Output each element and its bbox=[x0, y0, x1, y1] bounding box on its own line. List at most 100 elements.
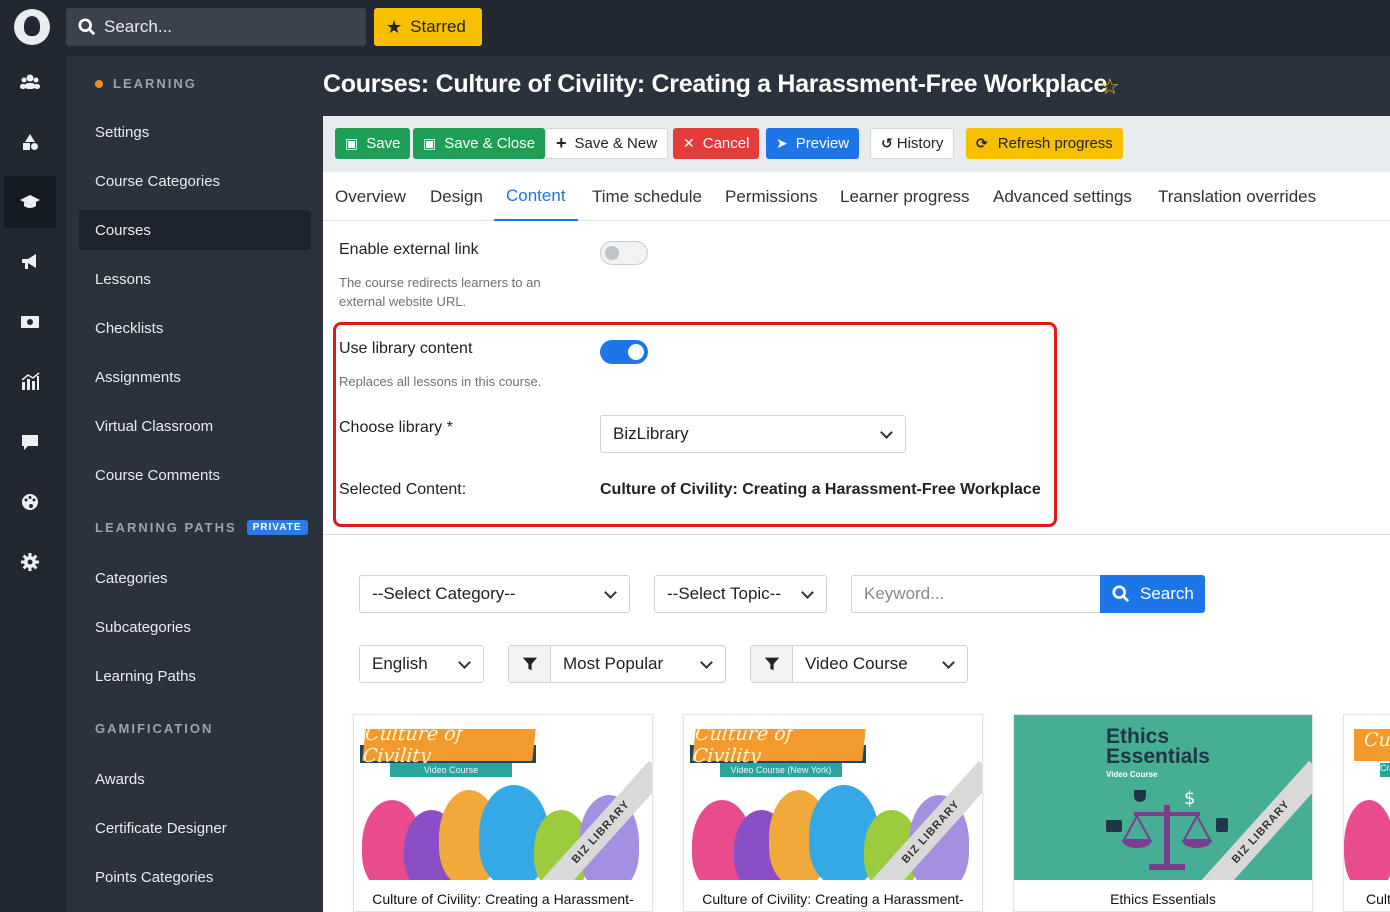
chevron-down-icon bbox=[700, 656, 713, 669]
library-search-button[interactable]: Search bbox=[1100, 575, 1205, 613]
tab-design[interactable]: Design bbox=[418, 172, 495, 221]
section-divider bbox=[323, 534, 1390, 535]
choose-library-value: BizLibrary bbox=[613, 424, 689, 443]
tab-permissions[interactable]: Permissions bbox=[713, 172, 830, 221]
gear-icon[interactable] bbox=[4, 536, 56, 588]
menu-item-virtual-classroom[interactable]: Virtual Classroom bbox=[79, 406, 311, 446]
tab-learner-progress[interactable]: Learner progress bbox=[828, 172, 981, 221]
menu-item-course-categories[interactable]: Course Categories bbox=[79, 161, 311, 201]
menu-section-gamification: GAMIFICATION bbox=[95, 721, 213, 736]
tab-advanced-settings[interactable]: Advanced settings bbox=[981, 172, 1144, 221]
menu-item-courses[interactable]: Courses bbox=[79, 210, 311, 250]
refresh-progress-button[interactable]: ⟳ Refresh progress bbox=[966, 128, 1123, 159]
favorite-star-icon[interactable]: ☆ bbox=[1100, 74, 1120, 100]
global-search-input[interactable]: Search... bbox=[66, 8, 366, 46]
menu-item-assignments[interactable]: Assignments bbox=[79, 357, 311, 397]
course-card[interactable]: Culture of Civility Video Course (New Yo… bbox=[683, 714, 983, 912]
thumb-title: Cu bbox=[1354, 729, 1390, 761]
category-select[interactable]: --Select Category-- bbox=[359, 575, 630, 613]
menu-item-categories[interactable]: Categories bbox=[79, 558, 311, 598]
icon-rail bbox=[0, 56, 66, 912]
course-card[interactable]: Culture of Civility Video Course BIZ LIB… bbox=[353, 714, 653, 912]
menu-item-learning-paths[interactable]: Learning Paths bbox=[79, 656, 311, 696]
course-card-title: Cult bbox=[1366, 891, 1390, 907]
type-select[interactable]: Video Course bbox=[750, 645, 968, 683]
language-select[interactable]: English bbox=[359, 645, 484, 683]
external-link-label: Enable external link bbox=[339, 241, 479, 258]
side-menu: LEARNING Settings Course Categories Cour… bbox=[67, 56, 323, 912]
thumb-title: Culture of Civility bbox=[692, 723, 866, 767]
chevron-down-icon bbox=[880, 426, 893, 439]
menu-item-points-categories[interactable]: Points Categories bbox=[79, 857, 311, 897]
tab-translation-overrides[interactable]: Translation overrides bbox=[1146, 172, 1328, 221]
menu-item-settings[interactable]: Settings bbox=[79, 112, 311, 152]
active-section-dot bbox=[95, 79, 103, 88]
course-card-title: Culture of Civility: Creating a Harassme… bbox=[372, 891, 634, 907]
search-icon bbox=[78, 18, 96, 36]
page-title: Courses: Culture of Civility: Creating a… bbox=[323, 70, 1108, 98]
scales-of-justice-icon: $ bbox=[1106, 790, 1228, 870]
selected-content-label: Selected Content: bbox=[339, 481, 467, 498]
history-label: History bbox=[896, 135, 944, 152]
course-thumbnail: Culture of Civility Video Course (New Yo… bbox=[684, 715, 982, 880]
megaphone-icon[interactable] bbox=[4, 236, 56, 288]
graduation-cap-icon[interactable] bbox=[4, 176, 56, 228]
tab-content[interactable]: Content bbox=[494, 172, 578, 221]
section-label: LEARNING bbox=[113, 76, 197, 91]
chat-icon[interactable] bbox=[4, 416, 56, 468]
close-icon: ✕ bbox=[683, 135, 695, 151]
menu-item-subcategories[interactable]: Subcategories bbox=[79, 607, 311, 647]
analytics-icon[interactable] bbox=[4, 356, 56, 408]
course-card-title: Ethics Essentials bbox=[1110, 891, 1216, 907]
cancel-label: Cancel bbox=[702, 135, 750, 152]
money-icon[interactable] bbox=[4, 296, 56, 348]
silhouette bbox=[1344, 800, 1390, 880]
menu-item-course-comments[interactable]: Course Comments bbox=[79, 455, 311, 495]
save-button[interactable]: ▣ Save bbox=[335, 128, 411, 159]
menu-item-awards[interactable]: Awards bbox=[79, 759, 311, 799]
topic-value: --Select Topic-- bbox=[667, 584, 781, 603]
preview-label: Preview bbox=[795, 135, 850, 152]
palette-icon[interactable] bbox=[4, 476, 56, 528]
chevron-down-icon bbox=[458, 656, 471, 669]
star-icon: ★ bbox=[386, 16, 403, 37]
preview-button[interactable]: ➤ Preview bbox=[766, 128, 860, 159]
menu-item-certificate-designer[interactable]: Certificate Designer bbox=[79, 808, 311, 848]
top-bar: Search... ★ Starred bbox=[0, 0, 1390, 56]
cancel-button[interactable]: ✕ Cancel bbox=[673, 128, 760, 159]
save-new-label: Save & New bbox=[574, 135, 658, 152]
app-logo[interactable] bbox=[14, 9, 50, 45]
tab-overview[interactable]: Overview bbox=[323, 172, 418, 221]
menu-item-lessons[interactable]: Lessons bbox=[79, 259, 311, 299]
sort-select[interactable]: Most Popular bbox=[508, 645, 726, 683]
users-icon[interactable] bbox=[4, 56, 56, 108]
category-value: --Select Category-- bbox=[372, 584, 516, 603]
tab-time-schedule[interactable]: Time schedule bbox=[580, 172, 714, 221]
save-close-label: Save & Close bbox=[444, 135, 536, 152]
choose-library-label: Choose library * bbox=[339, 419, 453, 436]
course-card[interactable]: Ethics Essentials Video Course $ BIZ LIB… bbox=[1013, 714, 1313, 912]
menu-item-checklists[interactable]: Checklists bbox=[79, 308, 311, 348]
chevron-down-icon bbox=[604, 586, 617, 599]
external-link-toggle[interactable] bbox=[600, 241, 648, 265]
thumb-subtitle: Video Course bbox=[1106, 770, 1158, 779]
selected-content-value: Culture of Civility: Creating a Harassme… bbox=[600, 481, 1041, 498]
history-button[interactable]: ↺ History bbox=[870, 128, 955, 159]
shapes-icon[interactable] bbox=[4, 116, 56, 168]
filter-icon bbox=[751, 646, 793, 682]
choose-library-select[interactable]: BizLibrary bbox=[600, 415, 906, 453]
section-label: LEARNING PATHS bbox=[95, 520, 237, 535]
thumb-subtitle: Video Course (New York) bbox=[720, 763, 842, 777]
course-card[interactable]: Cu Cre Cult bbox=[1343, 714, 1390, 912]
section-label: GAMIFICATION bbox=[95, 721, 214, 736]
starred-button[interactable]: ★ Starred bbox=[374, 8, 482, 46]
save-close-button[interactable]: ▣ Save & Close bbox=[413, 128, 546, 159]
keyword-input[interactable]: Keyword... bbox=[851, 575, 1101, 613]
starred-label: Starred bbox=[410, 17, 466, 36]
topic-select[interactable]: --Select Topic-- bbox=[654, 575, 827, 613]
save-icon: ▣ bbox=[423, 135, 437, 151]
thumb-title: Ethics Essentials bbox=[1106, 725, 1210, 768]
save-icon: ▣ bbox=[345, 135, 359, 151]
library-content-toggle[interactable] bbox=[600, 340, 648, 364]
save-new-button[interactable]: + Save & New bbox=[545, 128, 669, 159]
